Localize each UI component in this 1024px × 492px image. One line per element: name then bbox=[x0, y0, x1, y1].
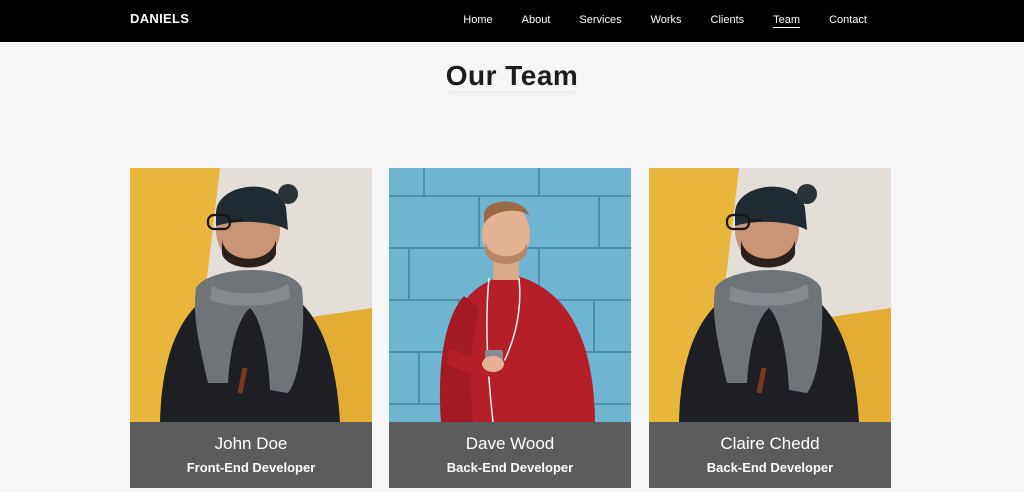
navbar: DANIELS Home About Services Works Client… bbox=[0, 0, 1024, 42]
team-card-2[interactable]: Dave Wood Back-End Developer bbox=[389, 168, 631, 488]
nav-link-services[interactable]: Services bbox=[579, 14, 621, 28]
nav-link-works[interactable]: Works bbox=[651, 14, 682, 28]
nav-link-contact[interactable]: Contact bbox=[829, 14, 867, 28]
nav-link-about[interactable]: About bbox=[522, 14, 551, 28]
team-photo-1 bbox=[130, 168, 372, 422]
team-card-1[interactable]: John Doe Front-End Developer bbox=[130, 168, 372, 488]
team-info-3: Claire Chedd Back-End Developer bbox=[649, 422, 891, 488]
team-info-2: Dave Wood Back-End Developer bbox=[389, 422, 631, 488]
member-name: Dave Wood bbox=[465, 434, 555, 453]
member-name: Claire Chedd bbox=[720, 434, 820, 453]
member-role: Back-End Developer bbox=[706, 460, 834, 475]
member-role: Front-End Developer bbox=[186, 460, 316, 475]
nav-link-team[interactable]: Team bbox=[773, 14, 801, 28]
nav-links: Home About Services Works Clients Team C… bbox=[463, 0, 867, 42]
member-role: Back-End Developer bbox=[446, 460, 574, 475]
team-info-1: John Doe Front-End Developer bbox=[130, 422, 372, 488]
member-name: John Doe bbox=[214, 434, 288, 453]
team-photo-2 bbox=[389, 168, 631, 422]
team-photo-3 bbox=[649, 168, 891, 422]
nav-link-clients[interactable]: Clients bbox=[711, 14, 745, 28]
team-card-3[interactable]: Claire Chedd Back-End Developer bbox=[649, 168, 891, 488]
nav-link-home[interactable]: Home bbox=[463, 14, 492, 28]
section-title: Our Team bbox=[445, 60, 579, 91]
title-reflection bbox=[0, 91, 1024, 103]
logo[interactable]: DANIELS bbox=[130, 11, 189, 26]
